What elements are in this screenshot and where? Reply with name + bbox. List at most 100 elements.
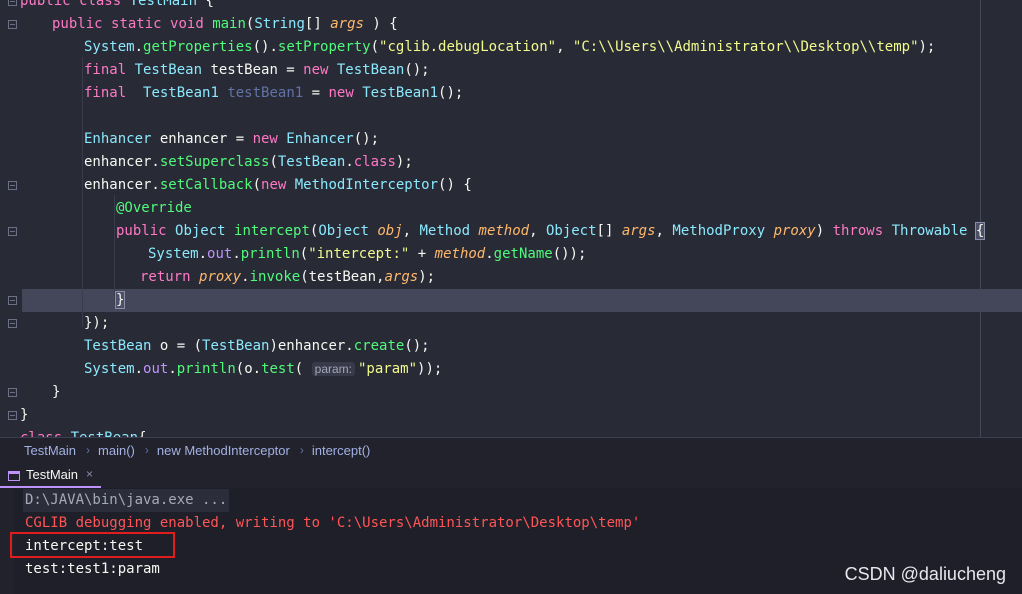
code-token: TestMain xyxy=(129,0,206,9)
chevron-right-icon: › xyxy=(86,443,91,457)
code-token: enhancer = xyxy=(159,131,253,147)
code-token: TestBean1 xyxy=(143,85,228,101)
code-token: TestBean xyxy=(202,338,270,354)
code-token: getName xyxy=(493,246,553,262)
code-token: args xyxy=(384,269,419,285)
code-token: String xyxy=(254,16,305,32)
code-token: [] xyxy=(596,223,622,239)
code-token: ( xyxy=(294,361,312,377)
code-token: (); xyxy=(438,85,464,101)
code-token: () { xyxy=(438,177,472,193)
indent-guide xyxy=(82,57,83,327)
code-token: new xyxy=(261,177,295,193)
code-token: proxy xyxy=(773,223,816,239)
code-token: } xyxy=(52,384,61,400)
code-token: "C:\\Users\\Administrator\\Desktop\\temp… xyxy=(572,39,919,55)
code-line: final TestBean1 testBean1 = new TestBean… xyxy=(84,82,463,105)
console-command-line: D:\JAVA\bin\java.exe ... xyxy=(23,489,230,512)
code-token: println xyxy=(240,246,300,262)
code-token: System xyxy=(148,246,199,262)
code-token: ) xyxy=(815,223,833,239)
code-token: Object xyxy=(175,223,235,239)
code-token: . xyxy=(232,246,241,262)
fold-marker-icon[interactable] xyxy=(8,388,17,397)
code-token: new xyxy=(303,62,337,78)
code-token: enhancer. xyxy=(84,154,160,170)
code-token: , xyxy=(529,223,546,239)
code-token: (); xyxy=(404,338,430,354)
breadcrumb-item[interactable]: new MethodInterceptor xyxy=(157,443,294,458)
code-token: Enhancer xyxy=(286,131,354,147)
code-token: return xyxy=(140,269,200,285)
close-icon[interactable]: × xyxy=(86,467,93,481)
code-token: class xyxy=(20,430,71,437)
code-token: . xyxy=(345,154,354,170)
code-token: test xyxy=(261,361,295,377)
breadcrumb-item[interactable]: TestMain xyxy=(24,443,80,458)
code-line: @Override xyxy=(116,197,192,220)
code-token: new xyxy=(252,131,287,147)
code-token: void xyxy=(170,16,213,32)
fold-marker-icon[interactable] xyxy=(8,319,17,328)
code-token: . xyxy=(134,39,144,55)
fold-marker-icon[interactable] xyxy=(8,0,17,6)
code-token: ( xyxy=(269,154,278,170)
code-token: { xyxy=(138,430,146,437)
code-token: (). xyxy=(252,39,278,55)
code-token: "param" xyxy=(358,361,418,377)
code-token: + xyxy=(409,246,435,262)
code-token: }); xyxy=(84,315,110,331)
code-token: Object xyxy=(318,223,378,239)
code-line: enhancer.setCallback(new MethodIntercept… xyxy=(84,174,472,197)
code-line: } xyxy=(52,381,60,404)
code-token: method xyxy=(478,223,530,239)
code-token: (); xyxy=(404,62,430,78)
code-line: } xyxy=(20,404,28,427)
code-token: )enhancer. xyxy=(269,338,354,354)
code-token: . xyxy=(485,246,494,262)
code-token: Enhancer xyxy=(84,131,160,147)
code-token: Throwable xyxy=(891,223,976,239)
code-token: . xyxy=(168,361,177,377)
fold-marker-icon[interactable] xyxy=(8,20,17,29)
breadcrumb-item[interactable]: intercept() xyxy=(312,443,375,458)
code-token: { xyxy=(205,0,214,9)
code-token: TestBean1 xyxy=(362,85,439,101)
code-token: . xyxy=(198,246,208,262)
code-token: Object xyxy=(545,223,597,239)
run-tool-window-tabs: TestMain × xyxy=(0,462,1022,489)
code-token: class xyxy=(79,0,130,9)
code-token: enhancer. xyxy=(84,177,160,193)
fold-marker-icon[interactable] xyxy=(8,181,17,190)
console-output-line: test:test1:param xyxy=(25,561,160,577)
code-token: MethodInterceptor xyxy=(294,177,439,193)
code-token: println xyxy=(176,361,236,377)
code-token: Method xyxy=(419,223,479,239)
code-token: final xyxy=(84,62,135,78)
code-token: TestBean xyxy=(71,430,138,437)
code-token: ( xyxy=(252,177,262,193)
code-token: args xyxy=(621,223,656,239)
code-token: (testBean, xyxy=(300,269,385,285)
code-line: } xyxy=(114,289,126,312)
code-token: out xyxy=(143,361,169,377)
code-token: (); xyxy=(353,131,380,147)
code-token: "intercept:" xyxy=(308,246,410,262)
breadcrumb-item[interactable]: main() xyxy=(98,443,139,458)
fold-marker-icon[interactable] xyxy=(8,411,17,420)
code-line: System.out.println("intercept:" + method… xyxy=(148,243,586,266)
code-line: class TestBean{ xyxy=(20,427,146,437)
code-token: invoke xyxy=(249,269,301,285)
fold-marker-icon[interactable] xyxy=(8,227,17,236)
code-token: MethodProxy xyxy=(672,223,774,239)
tab-testmain[interactable]: TestMain × xyxy=(0,462,102,488)
code-token: proxy xyxy=(199,269,242,285)
code-token: (o. xyxy=(235,361,262,377)
code-editor[interactable]: public class TestMain {public static voi… xyxy=(0,0,1022,437)
run-config-icon xyxy=(8,469,20,481)
code-token: throws xyxy=(832,223,892,239)
code-line: }); xyxy=(84,312,109,335)
code-token: @Override xyxy=(116,200,192,216)
code-token: obj xyxy=(377,223,403,239)
fold-marker-icon[interactable] xyxy=(8,296,17,305)
